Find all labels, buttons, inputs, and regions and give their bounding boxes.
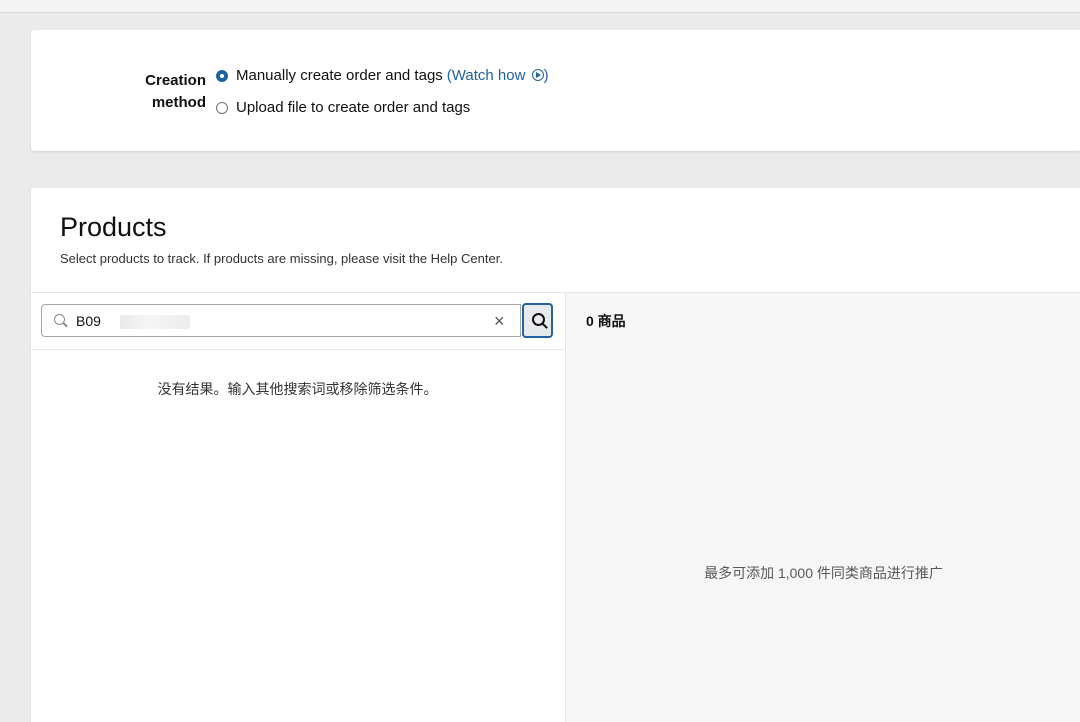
creation-label-line1: Creation [145, 72, 206, 89]
radio-manual[interactable] [216, 69, 228, 82]
product-search-input[interactable]: B09 × [41, 304, 521, 337]
watch-how-link[interactable]: (Watch how ) [447, 67, 549, 84]
creation-method-label: Creation method [91, 70, 206, 114]
watch-how-text[interactable]: (Watch how [447, 67, 526, 84]
selected-products-pane: 0 商品 最多可添加 1,000 件同类商品进行推广 [565, 293, 1080, 722]
clear-icon[interactable]: × [494, 311, 505, 332]
search-button[interactable] [522, 303, 553, 338]
creation-label-line2: method [151, 94, 206, 111]
limit-note: 最多可添加 1,000 件同类商品进行推广 [704, 565, 943, 581]
top-strip [0, 0, 1080, 13]
redacted-text [120, 315, 190, 329]
play-circle-icon[interactable] [531, 69, 544, 81]
selected-count: 0 商品 [586, 313, 626, 329]
radio-option-upload[interactable]: Upload file to create order and tags [216, 99, 470, 116]
search-button-icon [532, 313, 545, 326]
radio-manual-label: Manually create order and tags [236, 67, 443, 84]
products-title: Products [60, 212, 167, 242]
products-card: Products Select products to track. If pr… [31, 188, 1080, 722]
search-icon [54, 314, 65, 325]
search-value[interactable]: B09 [76, 313, 101, 329]
creation-method-card: Creation method Manually create order an… [31, 30, 1080, 151]
search-divider [31, 349, 564, 350]
products-subtitle: Select products to track. If products ar… [60, 251, 503, 266]
search-results-pane: B09 × 没有结果。输入其他搜索词或移除筛选条件。 [31, 293, 564, 722]
radio-option-manual[interactable]: Manually create order and tags (Watch ho… [216, 67, 549, 84]
no-results-message: 没有结果。输入其他搜索词或移除筛选条件。 [157, 381, 438, 397]
radio-upload-label: Upload file to create order and tags [236, 99, 471, 116]
watch-how-close: ) [543, 67, 549, 84]
radio-upload[interactable] [216, 101, 228, 114]
